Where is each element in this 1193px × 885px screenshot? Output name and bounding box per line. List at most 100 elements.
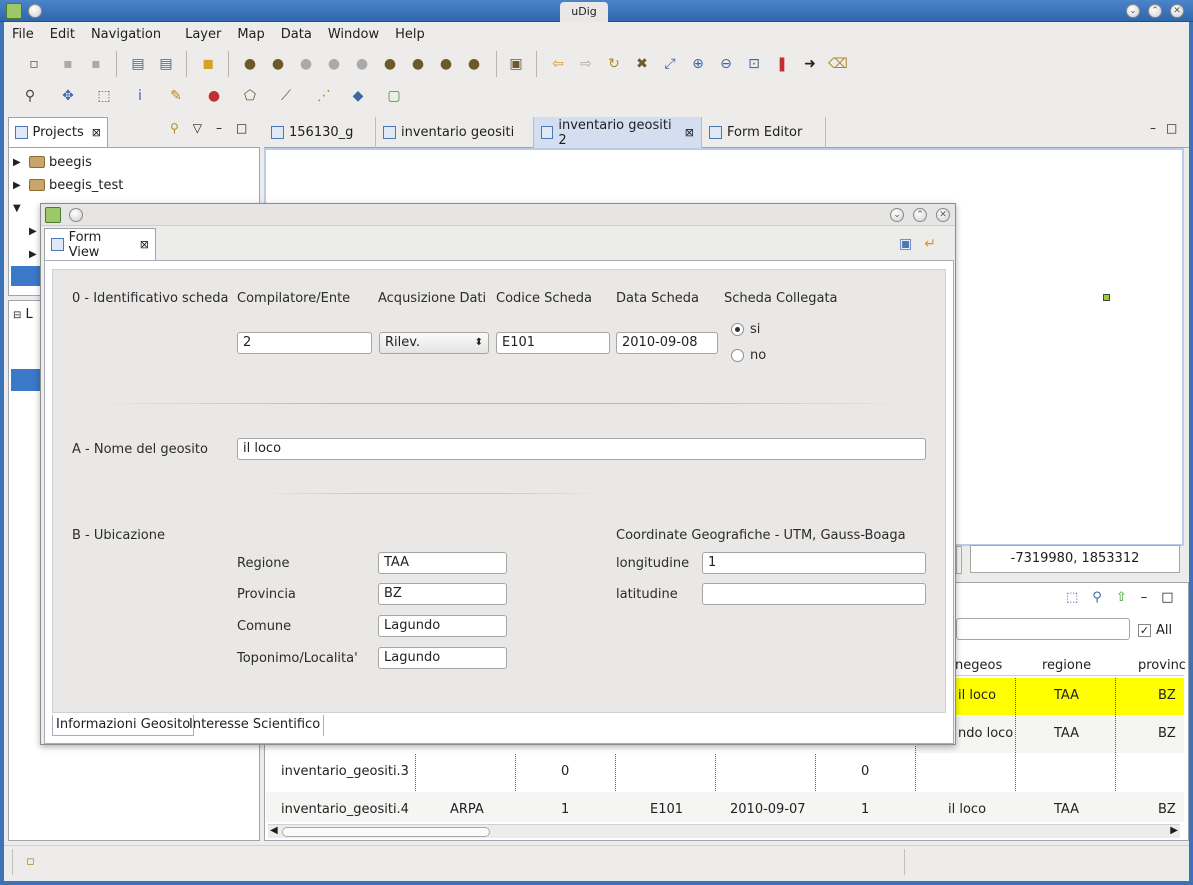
cancel-icon[interactable]: ✖	[632, 54, 652, 74]
tool8-icon[interactable]: ●	[436, 54, 456, 74]
layers-selector[interactable]	[11, 369, 41, 391]
table-search-input[interactable]	[956, 618, 1130, 640]
tab-informazioni-geosito[interactable]: Informazioni Geosito	[52, 715, 195, 736]
save-all-icon[interactable]: ▪	[86, 54, 106, 74]
dialog-minimize-button[interactable]: ⌄	[890, 208, 904, 222]
new-icon[interactable]: ▫	[24, 54, 44, 74]
tree-item-beegis-test[interactable]: ▶ beegis_test	[13, 174, 123, 196]
close-button[interactable]: ✕	[1170, 4, 1184, 18]
tool3-icon[interactable]: ●	[296, 54, 316, 74]
menu-file[interactable]: File	[12, 27, 34, 42]
nome-geosito-field[interactable]: il loco	[237, 438, 926, 460]
toponimo-field[interactable]: Lagundo	[378, 647, 507, 669]
save-icon[interactable]: ▪	[58, 54, 78, 74]
tool9-icon[interactable]: ●	[464, 54, 484, 74]
tab-156130-g[interactable]: 156130_g	[264, 117, 376, 148]
comune-field[interactable]: Lagundo	[378, 615, 507, 637]
point-tool-icon[interactable]: ●	[204, 86, 224, 106]
all-checkbox[interactable]: ✓	[1138, 624, 1151, 637]
compilatore-field[interactable]: 2	[237, 332, 372, 354]
tab-form-view[interactable]: Form View ⊠	[44, 228, 156, 260]
minimize-icon[interactable]: –	[216, 121, 222, 141]
zoom-select-icon[interactable]: ⊡	[744, 54, 764, 74]
acquisizione-select[interactable]: Rilev. ⬍	[379, 332, 489, 354]
provincia-field[interactable]: BZ	[378, 583, 507, 605]
table-header[interactable]: provinc	[1138, 658, 1186, 673]
zoom-extent-icon[interactable]: ⤢	[660, 54, 680, 74]
table-header[interactable]: negeos	[955, 658, 1002, 673]
zoom-tool-icon[interactable]: ⚲	[20, 86, 40, 106]
horizontal-scrollbar[interactable]: ◀ ▶	[268, 824, 1180, 838]
tool4-icon[interactable]: ●	[324, 54, 344, 74]
new-icon[interactable]: ▫	[26, 854, 35, 869]
longitudine-field[interactable]: 1	[702, 552, 926, 574]
layer-icon[interactable]: ▤	[128, 54, 148, 74]
edit-icon[interactable]: ▣	[506, 54, 526, 74]
select-all-icon[interactable]: ⬚	[1066, 590, 1078, 605]
dialog-menu-button[interactable]	[69, 208, 83, 222]
maximize-icon[interactable]: □	[236, 121, 247, 141]
tool5-icon[interactable]: ●	[352, 54, 372, 74]
radio-no[interactable]	[731, 349, 744, 362]
tab-inventario-geositi-2[interactable]: inventario geositi 2 ⊠	[534, 117, 702, 148]
latitudine-field[interactable]	[702, 583, 926, 605]
bookmark-icon[interactable]: ❚	[772, 54, 792, 74]
tool2-icon[interactable]: ●	[268, 54, 288, 74]
chevron-right-icon[interactable]: ▶	[13, 180, 25, 191]
table-row[interactable]	[916, 716, 1184, 753]
scroll-left-icon[interactable]: ◀	[270, 825, 278, 836]
tab-interesse-scientifico[interactable]: Interesse Scientifico	[186, 715, 325, 736]
eraser-icon[interactable]: ⌫	[828, 54, 848, 74]
save-icon[interactable]: ▣	[899, 236, 912, 252]
select-tool-icon[interactable]: ⬚	[94, 86, 114, 106]
menu-navigation[interactable]: Navigation	[91, 27, 161, 42]
menu-map[interactable]: Map	[237, 27, 264, 42]
zoom-in-icon[interactable]: ⊕	[688, 54, 708, 74]
chevron-right-icon[interactable]: ▶	[13, 157, 25, 168]
menu-data[interactable]: Data	[281, 27, 312, 42]
chevron-down-icon[interactable]: ▼	[13, 203, 25, 214]
refresh-icon[interactable]: ↻	[604, 54, 624, 74]
back-arrow-icon[interactable]: ⇦	[548, 54, 568, 74]
regione-field[interactable]: TAA	[378, 552, 507, 574]
vertex-tool-icon[interactable]: ⋰	[314, 86, 334, 106]
zoom-out-icon[interactable]: ⊖	[716, 54, 736, 74]
close-icon[interactable]: ⊠	[685, 126, 694, 139]
catalog-icon[interactable]: ◼	[198, 54, 218, 74]
tree-subitem-selected[interactable]	[11, 266, 41, 286]
line-tool-icon[interactable]: ⟋	[276, 86, 296, 106]
tree-item-beegis[interactable]: ▶ beegis	[13, 151, 92, 173]
layers-tab[interactable]: ⊟ L	[13, 307, 33, 322]
maximize-button[interactable]: ⌃	[1148, 4, 1162, 18]
info-tool-icon[interactable]: i	[130, 86, 150, 106]
promote-icon[interactable]: ⇧	[1116, 590, 1127, 605]
draw-tool-icon[interactable]: ✎	[166, 86, 186, 106]
apply-icon[interactable]: ↵	[924, 236, 936, 252]
menu-window[interactable]: Window	[328, 27, 379, 42]
forward-arrow-icon[interactable]: ⇨	[576, 54, 596, 74]
minimize-icon[interactable]: –	[1150, 121, 1156, 135]
tree-item-expanded[interactable]: ▼	[13, 197, 25, 219]
tool6-icon[interactable]: ●	[380, 54, 400, 74]
scrollbar-thumb[interactable]	[282, 827, 490, 837]
minimize-button[interactable]: ⌄	[1126, 4, 1140, 18]
data-scheda-field[interactable]: 2010-09-08	[616, 332, 718, 354]
tool1-icon[interactable]: ●	[240, 54, 260, 74]
maximize-icon[interactable]: □	[1161, 590, 1173, 605]
menu-help[interactable]: Help	[395, 27, 425, 42]
close-icon[interactable]: ⊠	[140, 238, 149, 251]
map-feature-point[interactable]	[1103, 294, 1110, 301]
layer2-icon[interactable]: ▤	[156, 54, 176, 74]
menu-layer[interactable]: Layer	[185, 27, 221, 42]
maximize-icon[interactable]: □	[1166, 121, 1177, 135]
scroll-right-icon[interactable]: ▶	[1170, 825, 1178, 836]
dialog-maximize-button[interactable]: ⌃	[913, 208, 927, 222]
close-icon[interactable]: ⊠	[92, 126, 101, 139]
minimize-icon[interactable]: –	[1141, 590, 1148, 605]
tab-form-editor[interactable]: Form Editor	[702, 117, 826, 148]
tab-projects[interactable]: Projects ⊠	[8, 117, 108, 147]
transform-tool-icon[interactable]: ◆	[348, 86, 368, 106]
window-menu-button[interactable]	[28, 4, 42, 18]
view-menu-icon[interactable]: ▽	[193, 121, 202, 141]
table-header[interactable]: regione	[1042, 658, 1091, 673]
